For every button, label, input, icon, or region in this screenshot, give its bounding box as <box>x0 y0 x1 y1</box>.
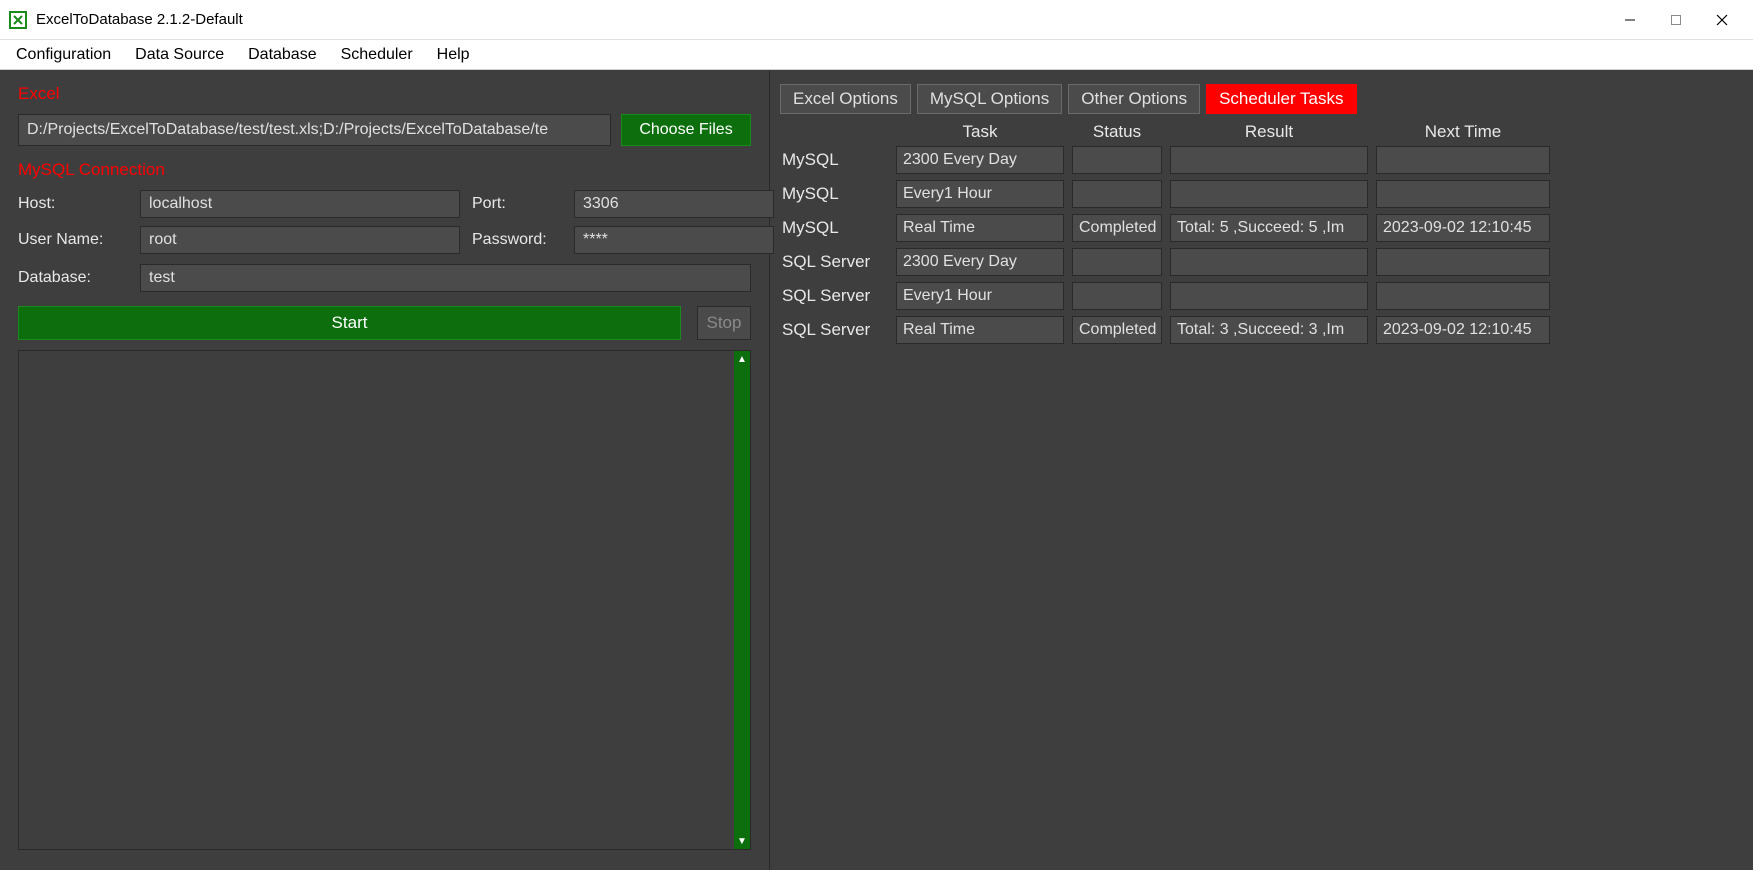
table-row: MySQL Every1 Hour <box>780 180 1743 208</box>
tab-scheduler-tasks[interactable]: Scheduler Tasks <box>1206 84 1356 114</box>
cell-task[interactable]: 2300 Every Day <box>896 248 1064 276</box>
tab-mysql-options[interactable]: MySQL Options <box>917 84 1062 114</box>
log-area[interactable]: ▲ ▼ <box>18 350 751 850</box>
start-button[interactable]: Start <box>18 306 681 340</box>
scheduler-table: Task Status Result Next Time MySQL 2300 E… <box>780 118 1743 344</box>
cell-task[interactable]: Real Time <box>896 214 1064 242</box>
file-path-input[interactable]: D:/Projects/ExcelToDatabase/test/test.xl… <box>18 114 611 146</box>
cell-result[interactable] <box>1170 282 1368 310</box>
window-controls <box>1607 4 1745 36</box>
right-panel: Excel Options MySQL Options Other Option… <box>770 70 1753 870</box>
cell-next[interactable] <box>1376 180 1550 208</box>
cell-result[interactable]: Total: 3 ,Succeed: 3 ,Im <box>1170 316 1368 344</box>
cell-status[interactable] <box>1072 180 1162 208</box>
cell-task[interactable]: Every1 Hour <box>896 282 1064 310</box>
row-label: SQL Server <box>780 286 888 306</box>
database-input[interactable] <box>140 264 751 292</box>
database-label: Database: <box>18 269 128 287</box>
col-task: Task <box>896 122 1064 142</box>
col-blank <box>780 122 888 142</box>
menu-help[interactable]: Help <box>425 42 482 68</box>
row-label: MySQL <box>780 218 888 238</box>
cell-result[interactable] <box>1170 146 1368 174</box>
stop-button[interactable]: Stop <box>697 306 751 340</box>
password-input[interactable] <box>574 226 774 254</box>
cell-result[interactable] <box>1170 180 1368 208</box>
menubar: Configuration Data Source Database Sched… <box>0 40 1753 70</box>
scroll-up-icon[interactable]: ▲ <box>734 351 750 367</box>
col-result: Result <box>1170 122 1368 142</box>
content: Excel D:/Projects/ExcelToDatabase/test/t… <box>0 70 1753 870</box>
cell-status[interactable] <box>1072 146 1162 174</box>
row-label: SQL Server <box>780 252 888 272</box>
menu-database[interactable]: Database <box>236 42 329 68</box>
cell-status[interactable]: Completed <box>1072 316 1162 344</box>
cell-next[interactable] <box>1376 282 1550 310</box>
cell-status[interactable] <box>1072 248 1162 276</box>
cell-status[interactable]: Completed <box>1072 214 1162 242</box>
port-input[interactable] <box>574 190 774 218</box>
window-title: ExcelToDatabase 2.1.2-Default <box>36 11 1607 28</box>
col-next-time: Next Time <box>1376 122 1550 142</box>
table-row: MySQL Real Time Completed Total: 5 ,Succeed… <box>780 214 1743 242</box>
connection-form: Host: Port: User Name: Password: <box>18 190 751 254</box>
file-row: D:/Projects/ExcelToDatabase/test/test.xl… <box>18 114 751 146</box>
table-row: SQL Server Every1 Hour <box>780 282 1743 310</box>
app-icon <box>8 10 28 30</box>
table-body: MySQL2300 Every DayMySQLEvery1 HourMySQL… <box>780 146 1743 344</box>
choose-files-button[interactable]: Choose Files <box>621 114 751 146</box>
table-row: MySQL 2300 Every Day <box>780 146 1743 174</box>
minimize-button[interactable] <box>1607 4 1653 36</box>
host-input[interactable] <box>140 190 460 218</box>
row-label: MySQL <box>780 150 888 170</box>
user-input[interactable] <box>140 226 460 254</box>
cell-task[interactable]: 2300 Every Day <box>896 146 1064 174</box>
cell-next[interactable]: 2023-09-02 12:10:45 <box>1376 214 1550 242</box>
button-row: Start Stop <box>18 306 751 340</box>
left-panel: Excel D:/Projects/ExcelToDatabase/test/t… <box>0 70 770 870</box>
row-label: SQL Server <box>780 320 888 340</box>
cell-status[interactable] <box>1072 282 1162 310</box>
cell-result[interactable]: Total: 5 ,Succeed: 5 ,Im <box>1170 214 1368 242</box>
maximize-button[interactable] <box>1653 4 1699 36</box>
table-row: SQL Server 2300 Every Day <box>780 248 1743 276</box>
tabs: Excel Options MySQL Options Other Option… <box>780 84 1743 114</box>
cell-next[interactable] <box>1376 146 1550 174</box>
tab-excel-options[interactable]: Excel Options <box>780 84 911 114</box>
port-label: Port: <box>472 195 562 213</box>
cell-result[interactable] <box>1170 248 1368 276</box>
log-scrollbar[interactable]: ▲ ▼ <box>734 351 750 849</box>
scroll-down-icon[interactable]: ▼ <box>734 833 750 849</box>
excel-section-label: Excel <box>18 84 751 104</box>
user-label: User Name: <box>18 231 128 249</box>
host-label: Host: <box>18 195 128 213</box>
row-label: MySQL <box>780 184 888 204</box>
cell-task[interactable]: Real Time <box>896 316 1064 344</box>
tab-other-options[interactable]: Other Options <box>1068 84 1200 114</box>
col-status: Status <box>1072 122 1162 142</box>
table-header: Task Status Result Next Time <box>780 118 1743 146</box>
cell-next[interactable]: 2023-09-02 12:10:45 <box>1376 316 1550 344</box>
menu-data-source[interactable]: Data Source <box>123 42 236 68</box>
titlebar: ExcelToDatabase 2.1.2-Default <box>0 0 1753 40</box>
table-row: SQL Server Real Time Completed Total: 3 ,Su… <box>780 316 1743 344</box>
menu-configuration[interactable]: Configuration <box>4 42 123 68</box>
mysql-section-label: MySQL Connection <box>18 160 751 180</box>
menu-scheduler[interactable]: Scheduler <box>329 42 425 68</box>
cell-next[interactable] <box>1376 248 1550 276</box>
cell-task[interactable]: Every1 Hour <box>896 180 1064 208</box>
password-label: Password: <box>472 231 562 249</box>
close-button[interactable] <box>1699 4 1745 36</box>
database-row: Database: <box>18 264 751 292</box>
